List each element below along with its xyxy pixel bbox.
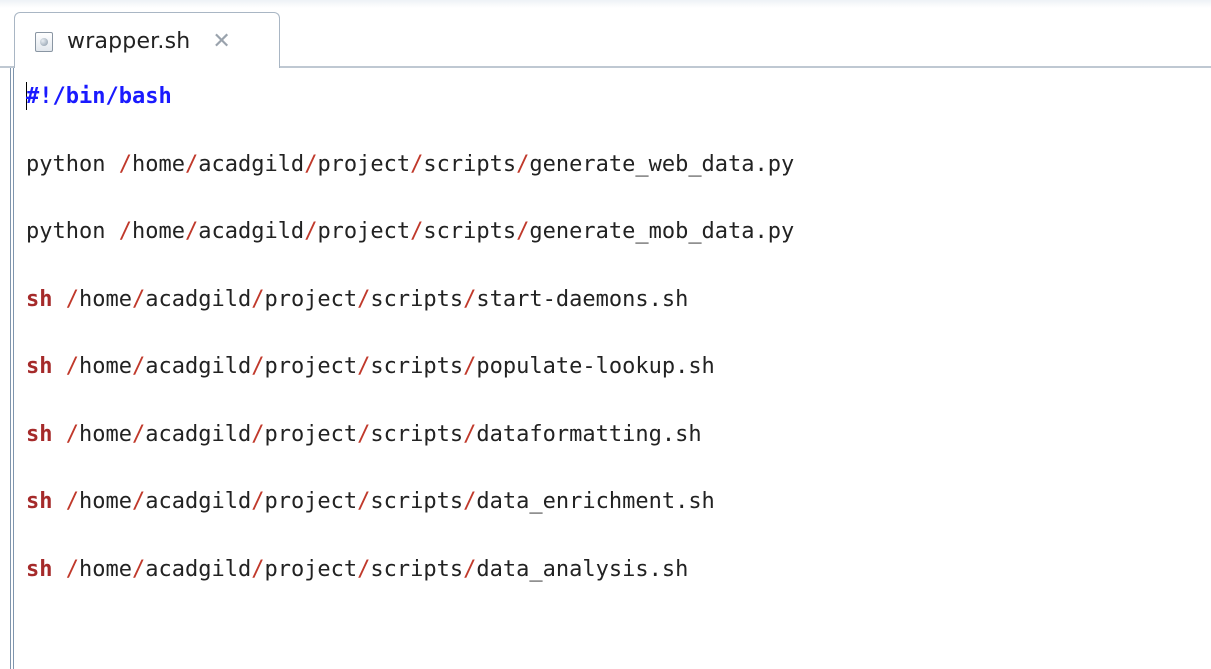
path-separator: / [65, 556, 79, 582]
path-separator: / [118, 219, 132, 244]
path-segment: project [317, 151, 411, 177]
path-segment: scripts [370, 489, 464, 514]
path-segment: project [264, 354, 358, 379]
shell-file-icon [35, 31, 53, 52]
path-separator: / [463, 556, 477, 582]
code-line[interactable]: sh /home/acadgild/project/scripts/data_e… [26, 487, 794, 555]
path-separator: / [251, 489, 265, 514]
path-segment: generate_mob_data.py [529, 219, 795, 244]
path-segment: scripts [370, 354, 464, 379]
code-line[interactable]: sh /home/acadgild/project/scripts/datafo… [26, 420, 794, 488]
path-segment: acadgild [198, 219, 305, 244]
path-separator: / [65, 489, 79, 514]
path-segment: acadgild [198, 151, 305, 177]
path-separator: / [463, 489, 477, 514]
path-segment: project [264, 489, 358, 514]
path-segment: project [264, 556, 358, 582]
path-segment: acadgild [145, 286, 252, 312]
path-segment: scripts [370, 556, 464, 582]
command-keyword: python [26, 151, 106, 177]
path-separator: / [357, 286, 371, 312]
path-separator: / [304, 151, 318, 177]
path-separator: / [65, 421, 79, 447]
code-content[interactable]: #!/bin/bash python /home/acadgild/project… [26, 82, 794, 622]
command-keyword: sh [26, 421, 53, 447]
path-segment: home [131, 151, 185, 177]
path-separator: / [410, 219, 424, 244]
path-segment: populate-lookup.sh [476, 354, 715, 379]
path-segment: home [79, 421, 132, 447]
path-separator: / [65, 354, 79, 379]
gutter-rule [10, 68, 14, 669]
command-keyword: sh [26, 556, 53, 582]
path-segment: home [79, 286, 132, 312]
tab-bar-shadow [0, 0, 1211, 8]
path-separator: / [131, 556, 146, 582]
path-segment: data_enrichment.sh [476, 489, 715, 514]
path-segment: start-daemons.sh [476, 286, 689, 312]
path-separator: / [251, 556, 265, 582]
shebang-text: #!/bin/bash [26, 84, 172, 109]
code-line[interactable]: sh /home/acadgild/project/scripts/data_a… [26, 555, 794, 623]
command-keyword: sh [26, 286, 53, 312]
path-segment: generate_web_data.py [529, 151, 795, 177]
path-separator: / [65, 286, 79, 312]
path-separator: / [184, 151, 199, 177]
path-separator: / [357, 354, 371, 379]
path-segment: project [264, 286, 358, 312]
path-segment: acadgild [145, 556, 252, 582]
code-line[interactable]: python /home/acadgild/project/scripts/ge… [26, 150, 794, 218]
code-line[interactable]: sh /home/acadgild/project/scripts/start-… [26, 285, 794, 353]
editor-window: wrapper.sh ✕ #!/bin/bash python /home/aca… [0, 0, 1211, 669]
path-segment: data_analysis.sh [476, 556, 689, 582]
path-separator: / [463, 421, 477, 447]
path-separator: / [131, 489, 146, 514]
path-separator: / [410, 151, 424, 177]
path-segment: project [264, 421, 358, 447]
file-icon-dot [40, 37, 48, 46]
path-segment: home [131, 219, 185, 244]
vertical-scrollbar[interactable] [1205, 68, 1211, 669]
path-segment: scripts [370, 421, 464, 447]
path-segment: project [317, 219, 411, 244]
tab-label: wrapper.sh [67, 29, 191, 54]
path-segment: home [79, 489, 132, 514]
path-segment: acadgild [145, 489, 252, 514]
path-separator: / [463, 354, 477, 379]
path-segment: scripts [370, 286, 464, 312]
path-segment: scripts [423, 151, 517, 177]
path-separator: / [357, 421, 371, 447]
path-separator: / [131, 286, 146, 312]
path-separator: / [118, 151, 132, 177]
path-segment: dataformatting.sh [476, 421, 702, 447]
path-separator: / [251, 286, 265, 312]
path-separator: / [131, 421, 146, 447]
path-separator: / [516, 151, 530, 177]
path-separator: / [184, 219, 199, 244]
tab-bar: wrapper.sh ✕ [0, 0, 1211, 70]
command-keyword: sh [26, 354, 53, 379]
path-separator: / [251, 421, 265, 447]
path-segment: acadgild [145, 354, 252, 379]
path-segment: home [79, 556, 132, 582]
code-line[interactable]: sh /home/acadgild/project/scripts/popula… [26, 352, 794, 420]
code-line[interactable]: python /home/acadgild/project/scripts/ge… [26, 217, 794, 285]
path-separator: / [463, 286, 477, 312]
close-icon[interactable]: ✕ [212, 30, 230, 53]
tab-wrapper-sh[interactable]: wrapper.sh ✕ [14, 12, 280, 70]
command-keyword: sh [26, 489, 53, 514]
path-segment: scripts [423, 219, 517, 244]
path-separator: / [304, 219, 318, 244]
path-segment: home [79, 354, 132, 379]
path-segment: acadgild [145, 421, 252, 447]
command-keyword: python [26, 219, 106, 244]
code-editor[interactable]: #!/bin/bash python /home/acadgild/project… [0, 68, 1211, 669]
path-separator: / [516, 219, 530, 244]
code-line[interactable]: #!/bin/bash [26, 82, 794, 150]
path-separator: / [357, 556, 371, 582]
path-separator: / [357, 489, 371, 514]
path-separator: / [131, 354, 146, 379]
path-separator: / [251, 354, 265, 379]
